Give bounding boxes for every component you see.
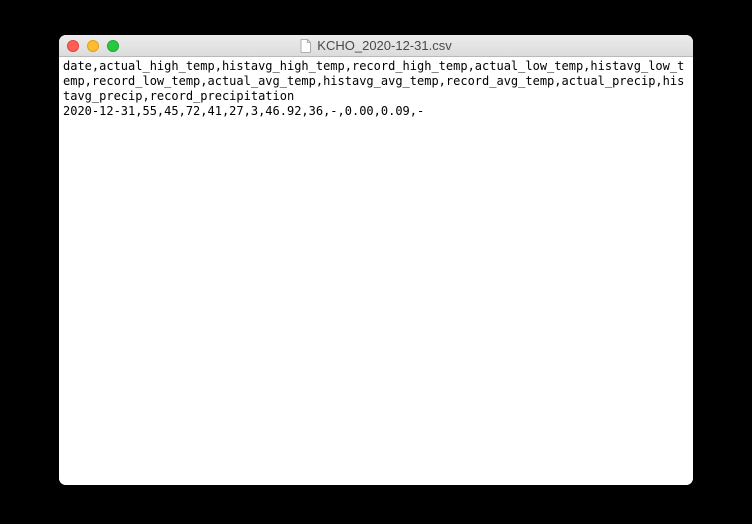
window-controls (59, 40, 119, 52)
close-button[interactable] (67, 40, 79, 52)
zoom-button[interactable] (107, 40, 119, 52)
window-title: KCHO_2020-12-31.csv (317, 38, 451, 53)
title-wrap: KCHO_2020-12-31.csv (59, 38, 693, 53)
minimize-button[interactable] (87, 40, 99, 52)
document-icon (300, 39, 312, 53)
file-content[interactable]: date,actual_high_temp,histavg_high_temp,… (59, 57, 693, 485)
text-editor-window: KCHO_2020-12-31.csv date,actual_high_tem… (59, 35, 693, 485)
window-titlebar[interactable]: KCHO_2020-12-31.csv (59, 35, 693, 57)
